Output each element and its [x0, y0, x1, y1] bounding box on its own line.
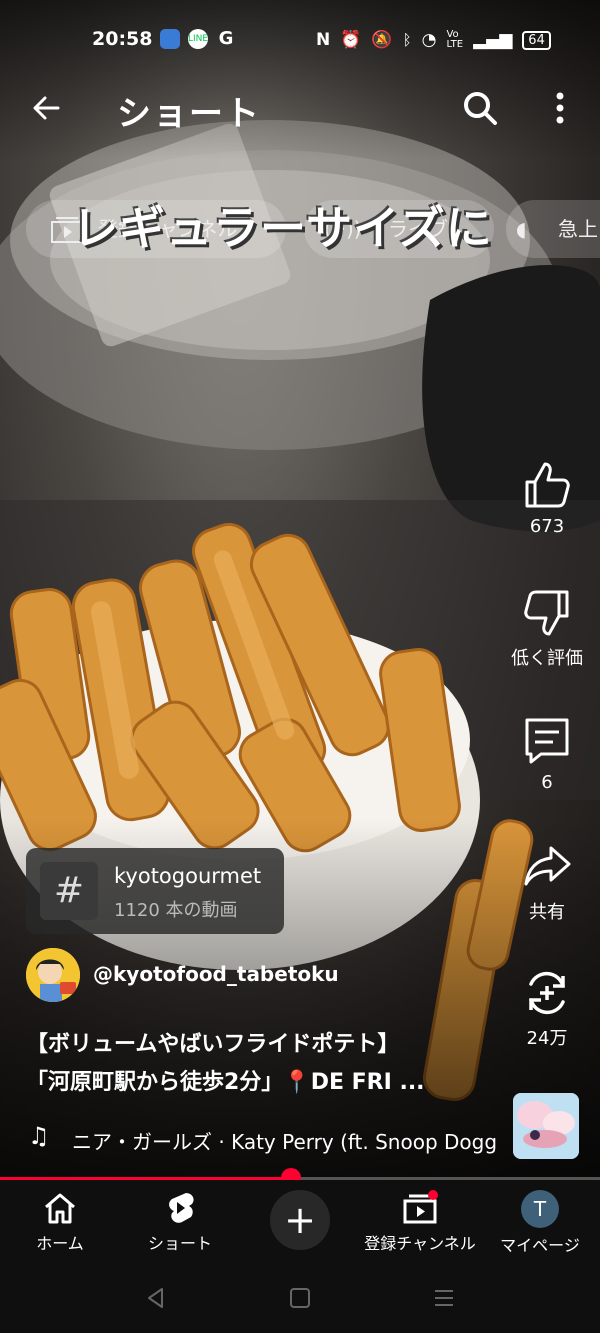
nav-home[interactable]: ホーム — [30, 1190, 90, 1254]
nav-account[interactable]: T マイページ — [497, 1190, 583, 1256]
chip-trending-label: 急上 — [558, 217, 598, 241]
fire-icon: ◖ — [516, 217, 527, 241]
search-icon[interactable] — [460, 88, 500, 128]
share-button[interactable]: 共有 — [505, 842, 589, 924]
nav-home-label: ホーム — [36, 1234, 84, 1253]
wifi-icon: ◔ — [421, 30, 437, 50]
channel-avatar[interactable] — [26, 948, 80, 1002]
avatar-illustration — [26, 948, 80, 1002]
google-icon: G — [218, 28, 234, 49]
remix-button[interactable]: 24万 — [505, 968, 589, 1050]
nav-subscriptions[interactable]: 登録チャンネル — [360, 1190, 480, 1254]
hashtag-icon: # — [40, 862, 98, 920]
alarm-icon: ⏰ — [340, 30, 362, 50]
top-app-bar: ショート — [0, 80, 600, 136]
nav-shorts-label: ショート — [147, 1234, 212, 1253]
dislike-button[interactable]: 低く評価 — [505, 588, 589, 670]
signal-icon: ▂▄▆ — [473, 30, 513, 50]
chip-trending[interactable]: ◖ 急上 — [506, 200, 600, 258]
comments-button[interactable]: 6 — [505, 716, 589, 793]
volte-icon: Vo LTE — [446, 29, 464, 50]
back-arrow-icon[interactable] — [28, 90, 64, 126]
nav-shorts[interactable]: ショート — [140, 1190, 220, 1254]
dislike-label: 低く評価 — [511, 648, 583, 669]
thumbs-up-icon — [525, 462, 570, 508]
album-cover-image — [513, 1093, 579, 1159]
hashtag-name: kyotogourmet — [114, 864, 262, 888]
system-navigation-bar — [0, 1270, 600, 1333]
like-button[interactable]: 673 — [505, 460, 589, 537]
video-overlay-text: レギュラーサイズに — [72, 201, 493, 255]
channel-handle[interactable]: @kyotofood_tabetoku — [93, 962, 339, 986]
like-count: 673 — [529, 516, 565, 537]
bottom-navigation: ホーム ショート + 登録チャンネル T マイページ — [0, 1180, 600, 1270]
system-status-icons: N ⏰ 🔕 ᛒ ◔ Vo LTE ▂▄▆ 64 — [316, 30, 551, 50]
music-row[interactable]: ♫ ニア・ガールズ · Katy Perry (ft. Snoop Dogg) — [28, 1122, 498, 1156]
share-label: 共有 — [529, 902, 565, 923]
remix-icon — [529, 971, 565, 1015]
remix-count: 24万 — [526, 1028, 568, 1049]
status-bar: 20:58 LINE G N ⏰ 🔕 ᛒ ◔ Vo LTE ▂▄▆ 64 — [0, 22, 600, 60]
system-back-icon[interactable] — [144, 1286, 168, 1310]
shorts-icon — [169, 1193, 194, 1223]
channel-row[interactable]: @kyotofood_tabetoku — [26, 946, 486, 1002]
system-home-icon[interactable] — [288, 1286, 312, 1310]
battery-icon: 64 — [522, 30, 551, 50]
comment-icon — [525, 718, 569, 764]
status-time: 20:58 — [92, 28, 153, 50]
bluetooth-icon: ᛒ — [402, 31, 412, 49]
subscriptions-icon — [403, 1190, 438, 1224]
account-avatar: T — [521, 1190, 559, 1228]
line-icon: LINE — [188, 29, 208, 49]
system-recents-icon[interactable] — [432, 1286, 456, 1310]
comment-count: 6 — [541, 772, 553, 793]
nav-account-label: マイページ — [500, 1236, 580, 1255]
thumbs-down-icon — [524, 590, 569, 636]
video-title-line2[interactable]: 「河原町駅から徒歩2分」📍DE FRI ... — [26, 1064, 486, 1096]
hashtag-video-count: 1120 本の動画 — [114, 900, 238, 921]
video-title-line1[interactable]: 【ボリュームやばいフライドポテト】 — [26, 1026, 399, 1058]
app-notification-icon — [160, 29, 180, 49]
nav-subscriptions-label: 登録チャンネル — [364, 1234, 476, 1253]
hashtag-card[interactable]: # kyotogourmet 1120 本の動画 — [26, 848, 284, 934]
music-title: ニア・ガールズ · Katy Perry (ft. Snoop Dogg) — [72, 1130, 498, 1154]
notification-icons: LINE G — [160, 29, 236, 49]
share-icon — [524, 846, 571, 886]
more-vert-icon[interactable] — [550, 88, 570, 128]
create-button[interactable]: + — [270, 1190, 330, 1250]
music-note-icon: ♫ — [28, 1122, 50, 1150]
mute-icon: 🔕 — [371, 30, 393, 50]
album-art[interactable] — [513, 1093, 579, 1159]
nfc-icon: N — [316, 30, 331, 50]
page-title: ショート — [117, 94, 261, 134]
home-icon — [45, 1193, 75, 1224]
